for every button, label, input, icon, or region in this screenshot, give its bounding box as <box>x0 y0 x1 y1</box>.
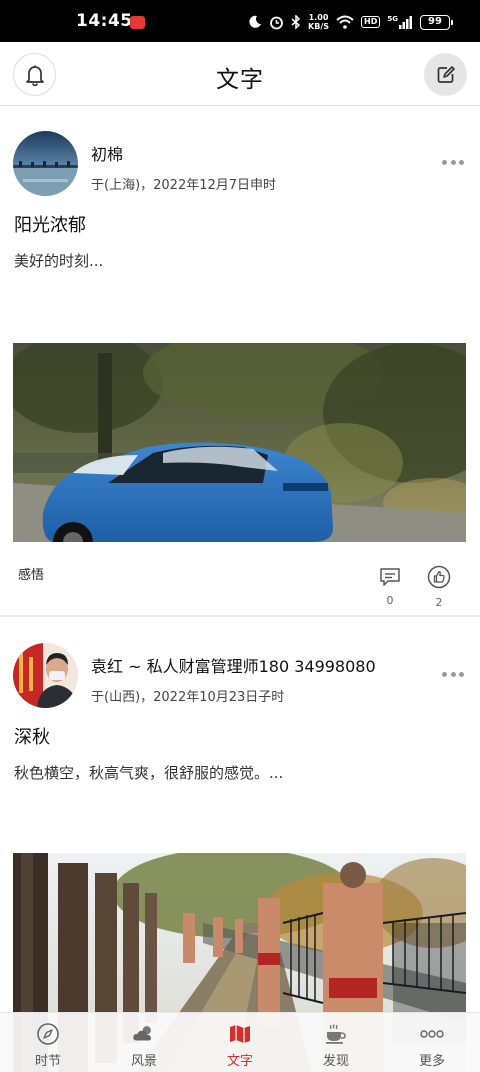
nav-label: 风景 <box>130 1054 157 1069</box>
app-notification-icon <box>130 16 145 29</box>
comment-icon <box>380 568 400 586</box>
wifi-icon <box>336 15 354 29</box>
avatar-image <box>13 643 78 708</box>
post-feed: 初棉 于(上海)，2022年12月7日申时 阳光浓郁 美好的时刻... 感悟 0… <box>0 107 480 1072</box>
nav-item-wenzi[interactable]: 文字 <box>192 1013 288 1072</box>
status-bar: 14:45 1.00 KB/S HD 5G 99 <box>0 0 480 42</box>
cell-signal: 5G <box>387 15 413 29</box>
post-excerpt: 美好的时刻... <box>14 252 104 270</box>
post-title[interactable]: 深秋 <box>14 723 50 749</box>
car-photo <box>13 343 466 542</box>
nav-item-faxian[interactable]: 发现 <box>288 1013 384 1072</box>
bottom-navigation: 时节 风景 文字 发现 更多 <box>0 1012 480 1072</box>
nav-item-gengduo[interactable]: 更多 <box>384 1013 480 1072</box>
more-dot <box>459 159 464 165</box>
nav-item-shijie[interactable]: 时节 <box>0 1013 96 1072</box>
compass-icon <box>36 1022 60 1046</box>
avatar[interactable] <box>13 131 78 196</box>
avatar-image <box>13 131 78 196</box>
network-speed-value: 1.00 <box>308 13 329 22</box>
network-type: 5G <box>387 15 398 23</box>
nav-label: 文字 <box>226 1054 253 1069</box>
comment-button[interactable]: 0 <box>376 567 404 607</box>
post-more-button[interactable] <box>442 158 464 166</box>
post-card[interactable]: 袁红 ~ 私人财富管理师180 34998080 于(山西)，2022年10月2… <box>0 617 480 1072</box>
more-dots-icon <box>420 1022 444 1046</box>
post-tag[interactable]: 感悟 <box>18 564 44 583</box>
like-count: 2 <box>435 596 443 609</box>
post-meta: 于(上海)，2022年12月7日申时 <box>91 178 277 193</box>
signal-icon <box>399 16 412 29</box>
moon-icon <box>249 15 262 28</box>
bluetooth-icon <box>291 14 301 30</box>
status-time: 14:45 <box>76 11 133 31</box>
edit-icon <box>437 65 455 83</box>
status-icons: 1.00 KB/S HD 5G 99 <box>248 11 453 33</box>
post-meta: 于(山西)，2022年10月23日子时 <box>91 690 285 705</box>
post-more-button[interactable] <box>442 670 464 678</box>
hd-badge: HD <box>361 16 381 28</box>
nav-item-fengjing[interactable]: 风景 <box>96 1013 192 1072</box>
battery-indicator: 99 <box>420 14 453 30</box>
like-button[interactable]: 2 <box>425 565 453 609</box>
thumbs-up-icon <box>427 565 451 589</box>
network-speed: 1.00 KB/S <box>308 13 329 31</box>
more-dot <box>442 671 447 677</box>
more-dot <box>450 671 456 677</box>
page-title: 文字 <box>216 67 264 93</box>
post-title[interactable]: 阳光浓郁 <box>14 211 86 237</box>
network-speed-unit: KB/S <box>308 22 330 31</box>
more-dot <box>442 159 447 165</box>
post-excerpt: 秋色横空，秋高气爽，很舒服的感觉。... <box>14 764 284 782</box>
more-dot <box>450 159 456 165</box>
post-card[interactable]: 初棉 于(上海)，2022年12月7日申时 阳光浓郁 美好的时刻... 感悟 0… <box>0 107 480 617</box>
avatar[interactable] <box>13 643 78 708</box>
author-name[interactable]: 初棉 <box>91 141 123 165</box>
post-image[interactable] <box>13 343 466 542</box>
coffee-cup-icon <box>324 1022 348 1046</box>
more-dot <box>459 671 464 677</box>
alarm-icon <box>270 16 283 29</box>
nav-label: 发现 <box>322 1054 349 1069</box>
compose-button[interactable] <box>424 53 467 96</box>
comment-count: 0 <box>386 594 394 607</box>
map-icon <box>228 1022 252 1046</box>
cloud-sun-icon <box>132 1022 156 1046</box>
nav-label: 更多 <box>418 1054 445 1069</box>
nav-label: 时节 <box>34 1054 61 1069</box>
app-header: 文字 <box>0 42 480 106</box>
author-name[interactable]: 袁红 ~ 私人财富管理师180 34998080 <box>91 653 376 677</box>
